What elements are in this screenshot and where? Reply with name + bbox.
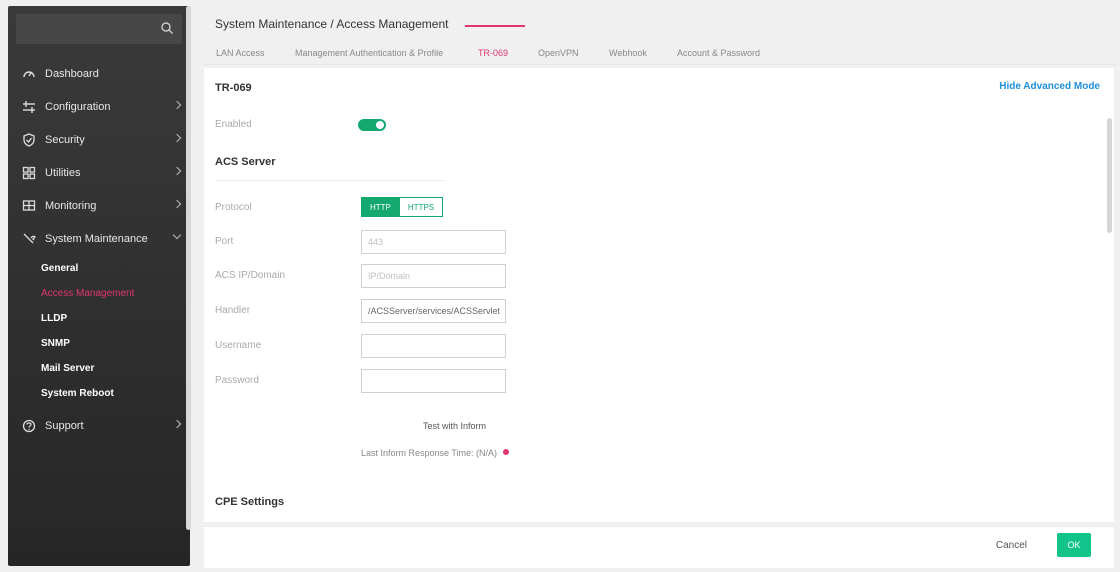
sidebar-subitem-lldp[interactable]: LLDP bbox=[41, 313, 67, 324]
username-input[interactable] bbox=[361, 334, 506, 358]
tab-lan-access[interactable]: LAN Access bbox=[216, 48, 265, 58]
enabled-toggle[interactable] bbox=[358, 119, 386, 131]
port-input[interactable]: 443 bbox=[361, 230, 506, 254]
acs-ip-label: ACS IP/Domain bbox=[215, 270, 286, 281]
password-label: Password bbox=[215, 375, 259, 386]
section-divider bbox=[215, 180, 445, 181]
last-inform-text: Last Inform Response Time: (N/A) bbox=[361, 448, 498, 458]
footer-bar: Cancel OK bbox=[204, 526, 1114, 568]
sidebar-scrollbar[interactable] bbox=[186, 6, 191, 530]
chevron-down-icon bbox=[172, 230, 182, 240]
sidebar-item-system-maintenance[interactable]: System Maintenance bbox=[8, 223, 190, 255]
tab-webhook[interactable]: Webhook bbox=[609, 48, 647, 58]
sidebar-item-label: Configuration bbox=[45, 101, 111, 113]
sidebar-subitem-system-reboot[interactable]: System Reboot bbox=[41, 388, 114, 399]
acs-ip-input[interactable]: IP/Domain bbox=[361, 264, 506, 288]
protocol-http-option[interactable]: HTTP bbox=[361, 197, 400, 217]
tab-openvpn[interactable]: OpenVPN bbox=[538, 48, 579, 58]
sidebar: Dashboard Configuration Security Utiliti… bbox=[8, 6, 190, 566]
active-tab-indicator bbox=[465, 25, 525, 27]
search-icon[interactable] bbox=[160, 21, 174, 35]
tab-account-password[interactable]: Account & Password bbox=[677, 48, 760, 58]
sidebar-item-monitoring[interactable]: Monitoring bbox=[8, 190, 190, 222]
chevron-right-icon bbox=[172, 199, 182, 209]
breadcrumb: System Maintenance / Access Management bbox=[215, 17, 449, 31]
grid-icon bbox=[21, 165, 37, 181]
protocol-https-option[interactable]: HTTPS bbox=[399, 197, 444, 217]
chevron-right-icon bbox=[172, 166, 182, 176]
sidebar-subitem-general[interactable]: General bbox=[41, 263, 78, 274]
chevron-right-icon bbox=[172, 133, 182, 143]
shield-icon bbox=[21, 132, 37, 148]
enabled-label: Enabled bbox=[215, 119, 252, 130]
hide-advanced-mode-link[interactable]: Hide Advanced Mode bbox=[999, 81, 1100, 92]
acs-server-heading: ACS Server bbox=[215, 156, 276, 168]
tab-bar: LAN Access Management Authentication & P… bbox=[204, 38, 1116, 65]
password-input[interactable] bbox=[361, 369, 506, 393]
configuration-icon bbox=[21, 99, 37, 115]
protocol-label: Protocol bbox=[215, 202, 252, 213]
sidebar-subitem-access-management[interactable]: Access Management bbox=[41, 288, 134, 299]
sidebar-item-label: Support bbox=[45, 420, 84, 432]
sidebar-item-support[interactable]: Support bbox=[8, 410, 190, 442]
monitor-icon bbox=[21, 198, 37, 214]
tab-tr-069[interactable]: TR-069 bbox=[478, 48, 508, 58]
panel-title: TR-069 bbox=[215, 82, 252, 94]
sidebar-subitem-mail-server[interactable]: Mail Server bbox=[41, 363, 94, 374]
username-label: Username bbox=[215, 340, 262, 351]
sidebar-item-label: Utilities bbox=[45, 167, 81, 179]
sidebar-item-label: System Maintenance bbox=[45, 233, 148, 245]
cancel-button[interactable]: Cancel bbox=[996, 540, 1027, 551]
tr069-panel: TR-069 Hide Advanced Mode Enabled ACS Se… bbox=[204, 68, 1114, 522]
sidebar-item-security[interactable]: Security bbox=[8, 124, 190, 156]
search-input[interactable] bbox=[16, 14, 182, 44]
cpe-settings-heading: CPE Settings bbox=[215, 496, 285, 508]
sidebar-item-utilities[interactable]: Utilities bbox=[8, 157, 190, 189]
last-inform-status: Last Inform Response Time: (N/A) bbox=[361, 448, 510, 458]
port-label: Port bbox=[215, 236, 234, 247]
sidebar-item-configuration[interactable]: Configuration bbox=[8, 91, 190, 123]
handler-label: Handler bbox=[215, 305, 251, 316]
tab-management-authentication[interactable]: Management Authentication & Profile bbox=[295, 48, 443, 58]
protocol-selector: HTTP HTTPS bbox=[361, 197, 444, 217]
test-with-inform-button[interactable]: Test with Inform bbox=[423, 421, 486, 431]
ok-button[interactable]: OK bbox=[1057, 533, 1091, 557]
sidebar-item-label: Dashboard bbox=[45, 68, 99, 80]
sidebar-subitem-snmp[interactable]: SNMP bbox=[41, 338, 70, 349]
sidebar-item-label: Monitoring bbox=[45, 200, 97, 212]
status-dot-icon bbox=[503, 449, 510, 455]
chevron-right-icon bbox=[172, 100, 182, 110]
sidebar-item-label: Security bbox=[45, 134, 85, 146]
chevron-right-icon bbox=[172, 419, 182, 429]
panel-scrollbar[interactable] bbox=[1107, 118, 1112, 233]
sidebar-item-dashboard[interactable]: Dashboard bbox=[8, 58, 190, 90]
handler-input[interactable]: /ACSServer/services/ACSServlet bbox=[361, 299, 506, 323]
dashboard-icon bbox=[21, 66, 37, 82]
help-icon bbox=[21, 418, 37, 434]
wrench-icon bbox=[21, 231, 37, 247]
toggle-knob bbox=[376, 121, 384, 129]
